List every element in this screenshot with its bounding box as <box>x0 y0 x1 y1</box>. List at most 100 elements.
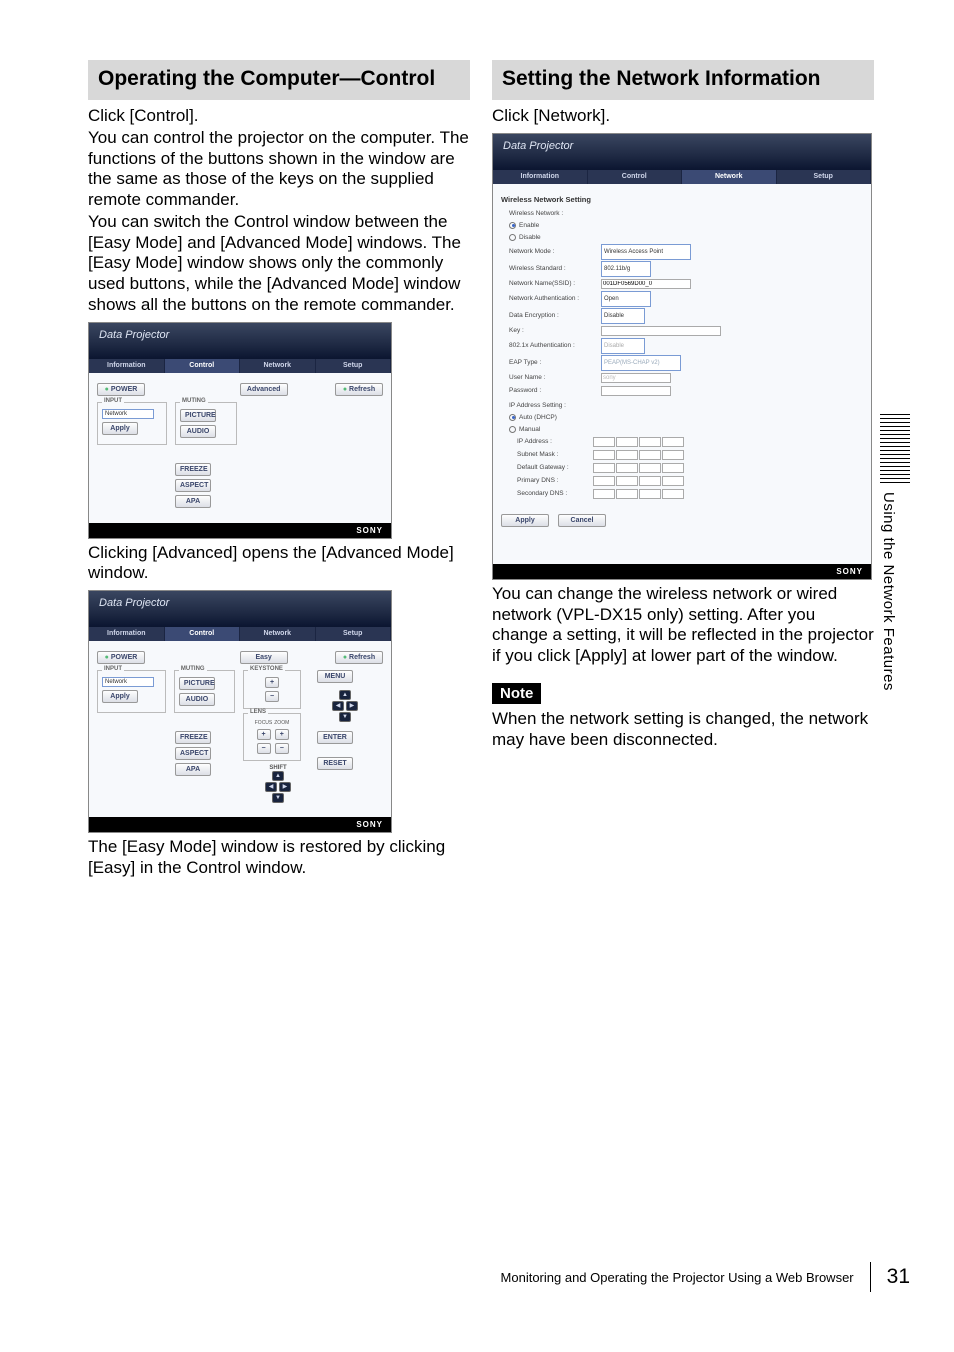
apply-button[interactable]: Apply <box>501 514 549 527</box>
tab-bar: Information Control Network Setup <box>89 359 391 373</box>
gw-4[interactable] <box>662 463 684 473</box>
enable-radio[interactable] <box>509 222 516 229</box>
aspect-button[interactable]: ASPECT <box>175 747 211 760</box>
input-select[interactable]: Network <box>102 677 154 687</box>
freeze-button[interactable]: FREEZE <box>175 463 211 476</box>
picture-button[interactable]: PICTURE <box>180 409 216 422</box>
ip-1[interactable] <box>593 437 615 447</box>
picture-button[interactable]: PICTURE <box>179 677 215 690</box>
apa-button[interactable]: APA <box>175 495 211 508</box>
shift-left-button[interactable]: ◀ <box>265 782 277 792</box>
zoom-minus-button[interactable]: − <box>275 743 289 754</box>
sdns-2[interactable] <box>616 489 638 499</box>
audio-button[interactable]: AUDIO <box>179 693 215 706</box>
pdns-2[interactable] <box>616 476 638 486</box>
input-select[interactable]: Network <box>102 409 154 419</box>
shift-right-button[interactable]: ▶ <box>279 782 291 792</box>
sdns-3[interactable] <box>639 489 661 499</box>
password-label: Password : <box>509 385 601 397</box>
body-text-block: Clicking [Advanced] opens the [Advanced … <box>88 543 470 584</box>
zoom-plus-button[interactable]: + <box>275 729 289 740</box>
tab-information[interactable]: Information <box>89 627 165 641</box>
cancel-button[interactable]: Cancel <box>558 514 606 527</box>
auth-select[interactable]: Open <box>601 291 651 307</box>
focus-minus-button[interactable]: − <box>257 743 271 754</box>
tab-information[interactable]: Information <box>89 359 165 373</box>
apa-button[interactable]: APA <box>175 763 211 776</box>
pdns-4[interactable] <box>662 476 684 486</box>
sdns-1[interactable] <box>593 489 615 499</box>
pdns-3[interactable] <box>639 476 661 486</box>
ip-label: IP Address : <box>517 436 593 448</box>
encryption-select[interactable]: Disable <box>601 308 645 324</box>
auto-dhcp-radio[interactable] <box>509 414 516 421</box>
wireless-section-title: Wireless Network Setting <box>501 194 863 206</box>
focus-plus-button[interactable]: + <box>257 729 271 740</box>
network-mode-select[interactable]: Wireless Access Point <box>601 244 691 260</box>
password-input[interactable] <box>601 386 671 396</box>
gw-2[interactable] <box>616 463 638 473</box>
manual-radio[interactable] <box>509 426 516 433</box>
wireless-standard-select[interactable]: 802.11b/g <box>601 261 651 277</box>
keystone-plus-button[interactable]: + <box>265 677 279 688</box>
gateway-label: Default Gateway : <box>517 462 593 474</box>
aspect-button[interactable]: ASPECT <box>175 479 211 492</box>
window-title: Data Projector <box>493 134 871 170</box>
gw-1[interactable] <box>593 463 615 473</box>
freeze-button[interactable]: FREEZE <box>175 731 211 744</box>
sdns-4[interactable] <box>662 489 684 499</box>
audio-button[interactable]: AUDIO <box>180 425 216 438</box>
tab-control[interactable]: Control <box>588 170 683 184</box>
power-button[interactable]: ● POWER <box>97 651 145 664</box>
paragraph: Click [Network]. <box>492 106 874 127</box>
right-column: Setting the Network Information Click [N… <box>492 60 874 879</box>
subnet-3[interactable] <box>639 450 661 460</box>
refresh-button[interactable]: ● Refresh <box>335 383 383 396</box>
ip-2[interactable] <box>616 437 638 447</box>
enter-button[interactable]: ENTER <box>317 731 353 744</box>
tab-network[interactable]: Network <box>240 627 316 641</box>
eap-select[interactable]: PEAP(MS-CHAP v2) <box>601 355 681 371</box>
menu-button[interactable]: MENU <box>317 670 353 683</box>
easy-button[interactable]: Easy <box>240 651 288 664</box>
subnet-2[interactable] <box>616 450 638 460</box>
tab-control[interactable]: Control <box>165 627 241 641</box>
keystone-minus-button[interactable]: − <box>265 691 279 702</box>
key-input[interactable] <box>601 326 721 336</box>
input-legend: INPUT <box>102 398 124 404</box>
eap-label: EAP Type : <box>509 357 601 369</box>
tab-setup[interactable]: Setup <box>777 170 872 184</box>
refresh-button[interactable]: ● Refresh <box>335 651 383 664</box>
ip-4[interactable] <box>662 437 684 447</box>
reset-button[interactable]: RESET <box>317 757 353 770</box>
shift-up-button[interactable]: ▲ <box>272 771 284 781</box>
advanced-button[interactable]: Advanced <box>240 383 288 396</box>
tab-stripes-icon <box>880 414 910 486</box>
8021x-select[interactable]: Disable <box>601 338 645 354</box>
tab-network[interactable]: Network <box>682 170 777 184</box>
nav-up-button[interactable]: ▲ <box>339 690 351 700</box>
shift-down-button[interactable]: ▼ <box>272 793 284 803</box>
subnet-1[interactable] <box>593 450 615 460</box>
tab-network[interactable]: Network <box>240 359 316 373</box>
ssid-input[interactable] <box>601 279 691 289</box>
nav-down-button[interactable]: ▼ <box>339 712 351 722</box>
note-badge: Note <box>492 683 541 704</box>
disable-radio[interactable] <box>509 234 516 241</box>
paragraph: The [Easy Mode] window is restored by cl… <box>88 837 470 878</box>
nav-left-button[interactable]: ◀ <box>332 701 344 711</box>
gw-3[interactable] <box>639 463 661 473</box>
tab-setup[interactable]: Setup <box>316 359 392 373</box>
tab-information[interactable]: Information <box>493 170 588 184</box>
apply-button[interactable]: Apply <box>102 422 138 435</box>
username-input[interactable] <box>601 373 671 383</box>
nav-right-button[interactable]: ▶ <box>346 701 358 711</box>
tab-control[interactable]: Control <box>165 359 241 373</box>
apply-button[interactable]: Apply <box>102 690 138 703</box>
pdns-1[interactable] <box>593 476 615 486</box>
tab-setup[interactable]: Setup <box>316 627 392 641</box>
subnet-4[interactable] <box>662 450 684 460</box>
power-button[interactable]: ● POWER <box>97 383 145 396</box>
brand-footer: SONY <box>493 564 871 579</box>
ip-3[interactable] <box>639 437 661 447</box>
